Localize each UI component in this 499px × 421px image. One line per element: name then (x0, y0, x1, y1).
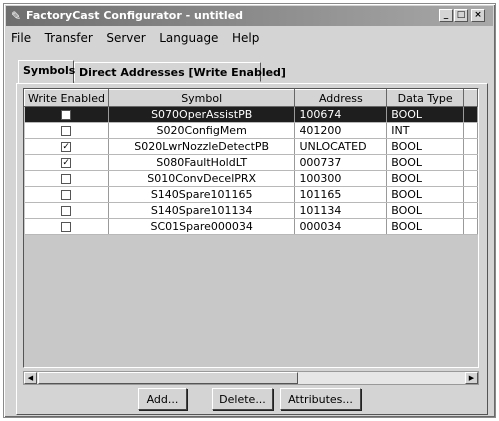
menu-help[interactable]: Help (227, 28, 264, 45)
data-type-cell: BOOL (386, 202, 465, 219)
add-button[interactable]: Add... (138, 388, 187, 410)
column-header-filler (463, 89, 478, 107)
write-enabled-cell (24, 202, 109, 219)
maximize-button[interactable]: □ (454, 9, 468, 22)
tab-panel-symbols: Write Enabled Symbol Address Data Type S… (16, 83, 488, 415)
scrollbar-thumb[interactable] (38, 372, 298, 384)
arrow-left-icon[interactable]: ◀ (24, 372, 37, 384)
arrow-right-icon[interactable]: ▶ (465, 372, 478, 384)
write-enabled-cell (24, 122, 109, 139)
address-cell: 101165 (294, 186, 388, 203)
column-header-write-enabled[interactable]: Write Enabled (24, 89, 109, 107)
write-enabled-checkbox[interactable] (61, 206, 72, 216)
write-enabled-checkbox[interactable] (61, 126, 72, 136)
data-type-cell: INT (386, 122, 465, 139)
symbols-table: Write Enabled Symbol Address Data Type S… (24, 89, 478, 235)
data-type-cell: BOOL (386, 154, 465, 171)
symbol-cell: S140Spare101134 (108, 202, 296, 219)
table-row[interactable]: SC01Spare000034 000034 BOOL (24, 218, 478, 235)
menu-transfer[interactable]: Transfer (40, 28, 98, 45)
address-cell: 101134 (294, 202, 388, 219)
filler-cell (463, 106, 478, 123)
tab-symbols[interactable]: Symbols (18, 60, 75, 83)
write-enabled-checkbox[interactable] (61, 190, 72, 200)
table-row[interactable]: S020ConfigMem 401200 INT (24, 122, 478, 139)
symbol-cell: SC01Spare000034 (108, 218, 296, 235)
table-row[interactable]: S140Spare101134 101134 BOOL (24, 202, 478, 219)
column-header-data-type[interactable]: Data Type (386, 89, 465, 107)
delete-button[interactable]: Delete... (212, 388, 273, 410)
table-row[interactable]: ✓ S020LwrNozzleDetectPB UNLOCATED BOOL (24, 138, 478, 155)
data-type-cell: BOOL (386, 138, 465, 155)
filler-cell (463, 154, 478, 171)
table-row[interactable]: S140Spare101165 101165 BOOL (24, 186, 478, 203)
factorycast-app-icon[interactable]: ✎ (9, 9, 23, 23)
symbols-table-area[interactable]: Write Enabled Symbol Address Data Type S… (23, 88, 479, 368)
filler-cell (463, 170, 478, 187)
address-cell: 100674 (294, 106, 388, 123)
write-enabled-checkbox[interactable]: ✓ (61, 142, 72, 152)
data-type-cell: BOOL (386, 170, 465, 187)
data-type-cell: BOOL (386, 106, 465, 123)
write-enabled-checkbox[interactable]: ✓ (61, 158, 72, 168)
filler-cell (463, 218, 478, 235)
symbol-cell: S080FaultHoldLT (108, 154, 296, 171)
column-header-symbol[interactable]: Symbol (107, 89, 296, 107)
data-type-cell: BOOL (386, 186, 465, 203)
table-row[interactable]: S070OperAssistPB 100674 BOOL (24, 106, 478, 123)
tab-direct-addresses[interactable]: Direct Addresses [Write Enabled] (74, 62, 286, 82)
address-cell: 000737 (294, 154, 388, 171)
write-enabled-cell: ✓ (24, 154, 109, 171)
column-header-address[interactable]: Address (294, 89, 388, 107)
minimize-button[interactable]: _ (439, 9, 453, 22)
write-enabled-cell (24, 170, 109, 187)
attributes-button[interactable]: Attributes... (280, 388, 361, 410)
write-enabled-cell (24, 186, 109, 203)
symbol-cell: S010ConvDecelPRX (108, 170, 296, 187)
menu-bar: File Transfer Server Language Help (6, 28, 493, 48)
symbol-cell: S140Spare101165 (108, 186, 296, 203)
symbol-cell: S020ConfigMem (108, 122, 296, 139)
write-enabled-cell (24, 106, 109, 123)
write-enabled-cell: ✓ (24, 138, 109, 155)
symbol-cell: S070OperAssistPB (108, 106, 296, 123)
horizontal-scrollbar[interactable]: ◀ ▶ (23, 371, 479, 385)
write-enabled-checkbox[interactable] (61, 110, 72, 120)
address-cell: 000034 (294, 218, 388, 235)
write-enabled-checkbox[interactable] (61, 222, 72, 232)
write-enabled-checkbox[interactable] (61, 174, 72, 184)
close-button[interactable]: × (471, 9, 485, 22)
filler-cell (463, 138, 478, 155)
address-cell: UNLOCATED (294, 138, 388, 155)
filler-cell (463, 202, 478, 219)
address-cell: 100300 (294, 170, 388, 187)
menu-language[interactable]: Language (154, 28, 223, 45)
write-enabled-cell (24, 218, 109, 235)
window-title: FactoryCast Configurator - untitled (26, 9, 244, 22)
main-window: ✎ FactoryCast Configurator - untitled _ … (3, 3, 496, 418)
menu-server[interactable]: Server (101, 28, 150, 45)
title-bar[interactable]: ✎ FactoryCast Configurator - untitled _ … (6, 6, 493, 26)
data-type-cell: BOOL (386, 218, 465, 235)
table-row[interactable]: ✓ S080FaultHoldLT 000737 BOOL (24, 154, 478, 171)
filler-cell (463, 186, 478, 203)
table-row[interactable]: S010ConvDecelPRX 100300 BOOL (24, 170, 478, 187)
menu-file[interactable]: File (6, 28, 36, 45)
symbol-cell: S020LwrNozzleDetectPB (108, 138, 296, 155)
filler-cell (463, 122, 478, 139)
table-header-row: Write Enabled Symbol Address Data Type (24, 89, 478, 107)
address-cell: 401200 (294, 122, 388, 139)
